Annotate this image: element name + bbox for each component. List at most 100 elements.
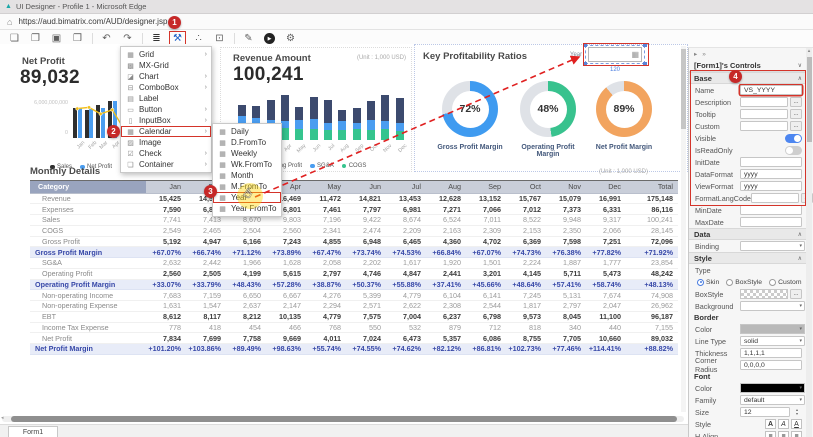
- menu-item-container[interactable]: ❏ Container ›: [121, 159, 211, 170]
- menu-item-inputbox[interactable]: ▯ InputBox ›: [121, 115, 211, 126]
- property-input-formatlangcode[interactable]: [750, 193, 799, 203]
- property-input-mindate[interactable]: [740, 205, 802, 215]
- menu-item-image[interactable]: ▨ Image: [121, 137, 211, 148]
- chevron-down-icon[interactable]: ▾: [799, 303, 802, 309]
- spinner-input-size[interactable]: 12: [740, 407, 790, 417]
- property-input-thickness[interactable]: 1,1,1,1: [740, 348, 802, 358]
- table-row[interactable]: SG&A 2,632 2,442 1,966 1,628 2,058 2,202 1,617 1…: [30, 258, 678, 269]
- browser-urlbar[interactable]: ⌂ https://aud.bimatrix.com/AUD/designer.…: [0, 14, 813, 30]
- ellipsis-button[interactable]: ...: [790, 109, 802, 119]
- table-row[interactable]: Non-operating Expense 1,631 1,547 2,637 2,14…: [30, 301, 678, 312]
- table-row[interactable]: Revenue15,42514,57115,32016,46911,47214,…: [30, 194, 678, 205]
- menu-item-check[interactable]: ☑ Check ›: [121, 148, 211, 159]
- design-canvas[interactable]: Net Profit 89,032 6,000,000,000 0 Jan Feb…: [0, 43, 688, 424]
- table-row[interactable]: COGS 2,549 2,465 2,504 2,560 2,341 2,474 2,209 2…: [30, 226, 678, 237]
- property-input-description[interactable]: [740, 97, 788, 107]
- italic-button[interactable]: A: [778, 419, 789, 429]
- table-row[interactable]: Net Profit Margin +101.20% +103.86% +89.49%…: [30, 344, 678, 355]
- menu-item-grid[interactable]: ▦ Grid ›: [121, 49, 211, 60]
- canvas-vertical-scrollbar[interactable]: [681, 46, 686, 412]
- section-header-font[interactable]: Font: [689, 371, 807, 382]
- align-right-button[interactable]: ≡: [791, 431, 802, 437]
- table-row[interactable]: Sales 7,741 7,413 8,670 9,803 7,196 9,422 8,674…: [30, 215, 678, 226]
- submenu-item-wk-fromto[interactable]: ▦ Wk.FromTo: [213, 159, 281, 170]
- radio-custom[interactable]: Custom: [769, 278, 801, 286]
- scroll-left-arrow-icon[interactable]: ◂: [1, 415, 4, 421]
- ellipsis-button[interactable]: ...: [790, 121, 802, 131]
- section-header-data[interactable]: Data ∧: [689, 228, 807, 240]
- chevron-down-icon[interactable]: ▾: [799, 397, 802, 403]
- section-header-style[interactable]: Style ∧: [689, 252, 807, 264]
- table-row[interactable]: Net Profit 7,834 7,699 7,758 9,669 4,011 7,024…: [30, 333, 678, 344]
- scroll-up-arrow-icon[interactable]: ▴: [806, 48, 812, 54]
- type-radio-group[interactable]: Skin BoxStyle Custom: [689, 276, 807, 288]
- table-row[interactable]: Expenses7,5906,8727,5616,8017,4617,7976,…: [30, 204, 678, 215]
- table-row[interactable]: Non-operating Income 7,683 7,159 6,650 6,667…: [30, 290, 678, 301]
- menu-item-chart[interactable]: ◪ Chart ›: [121, 71, 211, 82]
- section-header-border[interactable]: Border: [689, 312, 807, 323]
- menu-item-calendar[interactable]: ▦ Calendar › 2: [107, 125, 211, 138]
- dropdown-family[interactable]: default: [740, 395, 806, 405]
- submenu-item-daily[interactable]: ▦ Daily: [213, 126, 281, 137]
- dropdown-line-type[interactable]: solid: [740, 336, 806, 346]
- dropdown-binding[interactable]: [740, 241, 806, 251]
- chevron-up-icon[interactable]: ∧: [798, 255, 802, 262]
- radio-boxstyle[interactable]: BoxStyle: [726, 278, 762, 286]
- menu-item-mx-grid[interactable]: ▩ MX-Grid: [121, 60, 211, 71]
- bold-button[interactable]: A: [765, 419, 776, 429]
- submenu-item-d-fromto[interactable]: ▦ D.FromTo: [213, 137, 281, 148]
- boxstyle-swatch[interactable]: [740, 289, 788, 299]
- monthly-details-table[interactable]: CategoryJanFebMarAprMayJunJulAugSepOctNo…: [30, 180, 678, 355]
- color-swatch-color[interactable]: [740, 324, 806, 334]
- property-input-maxdate[interactable]: [740, 217, 802, 227]
- form-controls-header[interactable]: [Form1]'s Controls ∨: [689, 60, 807, 72]
- property-input-initdate[interactable]: [740, 157, 802, 167]
- toggle-isreadonly[interactable]: [785, 145, 802, 155]
- radio-skin[interactable]: Skin: [697, 278, 719, 286]
- canvas-horizontal-scrollbar[interactable]: ◂: [1, 415, 684, 422]
- chevron-down-icon[interactable]: ▾: [799, 243, 802, 249]
- component-context-menu[interactable]: ▦ Grid › ▩ MX-Grid ◪ Chart › ⊟ ComboBox › ▤ Label ▭ Bu…: [107, 46, 212, 173]
- property-input-corner-radius[interactable]: 0,0,0,0: [740, 360, 802, 370]
- table-row[interactable]: Income Tax Expense 778 418 454 466 768 550 532 8…: [30, 323, 678, 334]
- chevron-up-icon[interactable]: ∧: [798, 75, 802, 82]
- table-row[interactable]: Gross Profit Margin +67.07% +66.74% +71.12%…: [30, 247, 678, 258]
- table-row[interactable]: Operating Profit 2,560 2,505 4,199 5,615 2,79…: [30, 269, 678, 280]
- panel-collapse-icon[interactable]: »: [702, 51, 706, 58]
- chevron-down-icon[interactable]: ▾: [799, 326, 802, 332]
- align-left-button[interactable]: ≡: [765, 431, 776, 437]
- submenu-item-weekly[interactable]: ▦ Weekly: [213, 148, 281, 159]
- dropdown-background[interactable]: [740, 301, 806, 311]
- chevron-up-icon[interactable]: ∧: [798, 231, 802, 238]
- color-swatch-color[interactable]: [740, 383, 806, 393]
- menu-item-button[interactable]: ▭ Button ›: [121, 104, 211, 115]
- panel-pin-icon[interactable]: ▸: [694, 50, 697, 58]
- property-input-name[interactable]: VS_YYYY: [740, 85, 802, 95]
- property-input-viewformat[interactable]: yyyy: [740, 181, 802, 191]
- table-row[interactable]: Gross Profit 5,192 4,947 6,166 7,243 4,855 6,9…: [30, 237, 678, 248]
- align-center-button[interactable]: ≡: [778, 431, 789, 437]
- toggle-visible[interactable]: [785, 133, 802, 143]
- panel-scrollbar[interactable]: ▴: [806, 48, 812, 437]
- property-input-dataformat[interactable]: yyyy: [740, 169, 802, 179]
- menu-item-combobox[interactable]: ⊟ ComboBox ›: [121, 82, 211, 93]
- url-text[interactable]: https://aud.bimatrix.com/AUD/designer.js…: [18, 17, 167, 26]
- ellipsis-button[interactable]: ...: [790, 289, 802, 299]
- spinner-arrows-icon[interactable]: ▴ ▾: [792, 407, 802, 417]
- table-row[interactable]: Operating Profit Margin +33.07% +33.79% +48…: [30, 279, 678, 291]
- v-scroll-thumb[interactable]: [681, 49, 686, 129]
- ellipsis-button[interactable]: ...: [790, 97, 802, 107]
- menu-item-label[interactable]: ▤ Label: [121, 93, 211, 104]
- section-header-base[interactable]: Base ∧ 4: [689, 70, 807, 84]
- property-input-tooltip[interactable]: [740, 109, 788, 119]
- form1-tab[interactable]: Form1: [8, 426, 58, 437]
- chevron-down-icon[interactable]: ▾: [799, 338, 802, 344]
- property-input-custom[interactable]: [740, 121, 788, 131]
- panel-scroll-thumb[interactable]: [806, 57, 812, 142]
- submenu-item-month[interactable]: ▦ Month: [213, 170, 281, 181]
- chevron-down-icon[interactable]: ▾: [799, 385, 802, 391]
- underline-button[interactable]: A: [791, 419, 802, 429]
- h-scroll-thumb[interactable]: [11, 416, 677, 422]
- chevron-down-icon[interactable]: ∨: [798, 62, 802, 69]
- year-calendar-control[interactable]: Year ▦ 120: [570, 43, 650, 76]
